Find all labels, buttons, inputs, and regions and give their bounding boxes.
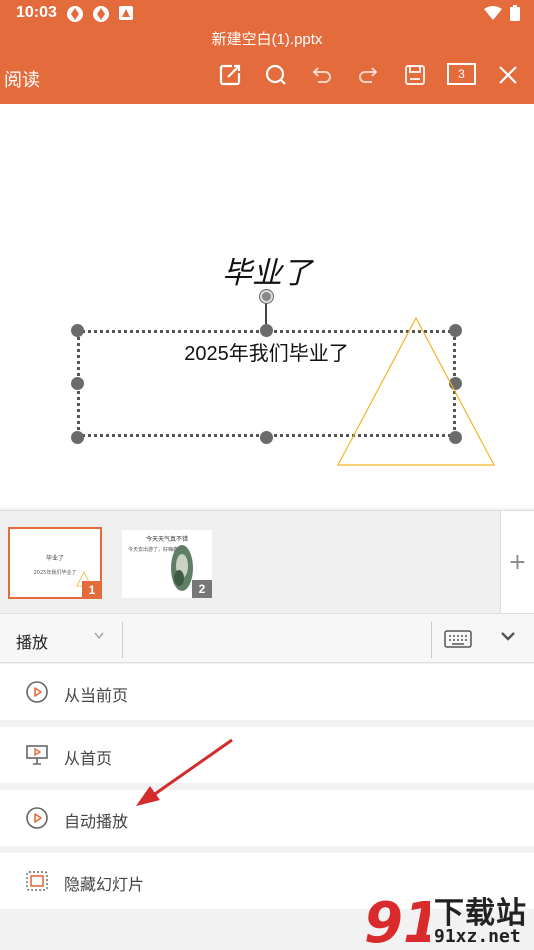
menu-item-label: 从首页 [64, 751, 113, 768]
watermark-url: 91xz.net [434, 926, 521, 947]
wifi-icon [484, 6, 502, 20]
chevron-down-icon[interactable] [500, 630, 516, 642]
slide-thumbnail[interactable]: 毕业了 2025年我们毕业了 1 [8, 527, 102, 599]
site-logo: 91 [364, 891, 430, 950]
menu-item-label: 隐藏幻灯片 [64, 877, 145, 894]
triangle-shape[interactable] [336, 316, 496, 468]
thumbnail-photo [171, 545, 193, 591]
play-circle-icon [26, 681, 48, 703]
status-time: 10:03 [16, 4, 57, 21]
close-button[interactable] [495, 62, 521, 88]
play-from-start-item[interactable]: 从首页 [0, 727, 534, 783]
save-icon [405, 65, 425, 85]
read-mode-button[interactable]: 阅读 [4, 66, 40, 92]
play-from-current-item[interactable]: 从当前页 [0, 664, 534, 720]
search-icon [265, 64, 286, 85]
slide-thumbnail-strip: 毕业了 2025年我们毕业了 1 今天天气真不错 今天去出游了，好嗨森 2 + [0, 510, 534, 613]
app-notification-icon [93, 6, 109, 22]
thumbnail-title: 毕业了 [45, 555, 64, 562]
play-circle-icon [26, 807, 48, 829]
thumbnail-number: 1 [82, 581, 102, 599]
file-title: 新建空白(1).pptx [211, 31, 323, 48]
add-slide-button[interactable]: + [500, 511, 534, 613]
thumbnail-number: 2 [192, 580, 212, 598]
redo-icon [359, 67, 378, 83]
app-notification-icon [67, 6, 83, 22]
close-icon [499, 66, 517, 84]
search-button[interactable] [263, 62, 289, 88]
resize-handle-top-left[interactable] [71, 324, 84, 337]
divider [431, 622, 432, 658]
menu-item-label: 从当前页 [64, 688, 129, 705]
chevron-down-icon[interactable] [94, 632, 104, 640]
menu-item-label: 自动播放 [64, 814, 129, 831]
slide-thumbnail[interactable]: 今天天气真不错 今天去出游了，好嗨森 2 [122, 530, 212, 598]
redo-button[interactable] [355, 62, 381, 88]
mode-select[interactable]: 播放 [16, 629, 48, 653]
rotation-line [265, 302, 267, 324]
edit-button[interactable] [217, 62, 243, 88]
status-system [484, 5, 520, 21]
presentation-icon [26, 745, 48, 765]
bottom-toolbar: 播放 [0, 613, 534, 663]
undo-button[interactable] [309, 62, 335, 88]
app-notification-icon [119, 6, 133, 20]
battery-icon [510, 5, 520, 21]
resize-handle-bottom-left[interactable] [71, 431, 84, 444]
divider [122, 622, 123, 658]
resize-handle-left[interactable] [71, 377, 84, 390]
resize-handle-bottom[interactable] [260, 431, 273, 444]
plus-icon: + [508, 549, 527, 575]
save-button[interactable] [402, 62, 428, 88]
page-count-badge[interactable]: 3 [447, 63, 476, 85]
resize-handle-top[interactable] [260, 324, 273, 337]
status-notifications [66, 5, 134, 23]
site-watermark: 91 下载站 91xz.net [362, 888, 534, 950]
keyboard-icon[interactable] [444, 630, 472, 648]
rotation-handle[interactable] [260, 290, 273, 303]
auto-play-item[interactable]: 自动播放 [0, 790, 534, 846]
app-header: 10:03 新建空白(1).pptx 阅读 3 [0, 0, 534, 104]
edit-icon [219, 64, 241, 86]
hidden-slide-icon [26, 871, 48, 891]
slide-title[interactable]: 毕业了 [0, 248, 534, 292]
undo-icon [312, 67, 331, 83]
thumbnail-title: 今天天气真不错 [145, 536, 188, 543]
svg-text:91: 91 [364, 891, 430, 950]
